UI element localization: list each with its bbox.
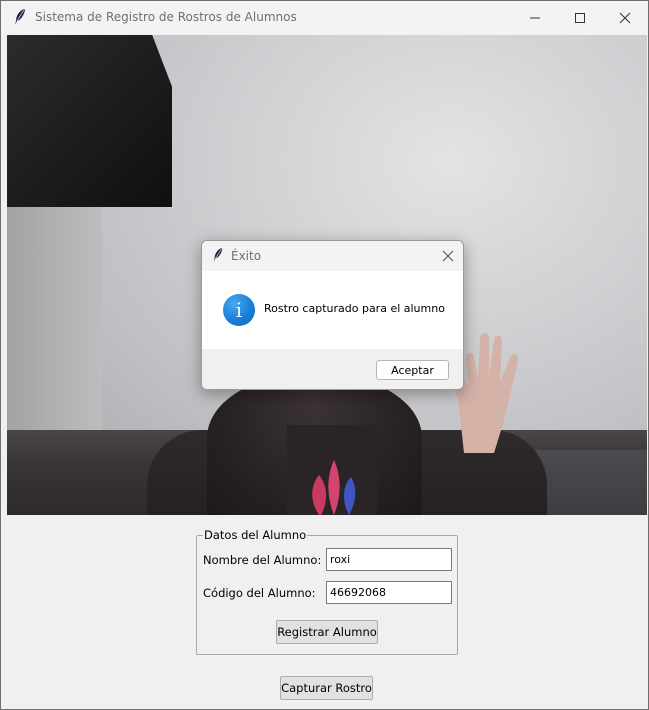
student-code-label: Código del Alumno: [203,586,316,600]
dialog-footer: Aceptar [202,349,463,389]
ok-button[interactable]: Aceptar [376,360,449,380]
minimize-button[interactable] [512,1,558,34]
feather-icon [213,248,223,262]
dialog-body: i Rostro capturado para el alumno [202,271,463,349]
app-window: Sistema de Registro de Rostros de Alumno… [0,0,649,710]
maximize-icon [575,12,585,23]
student-name-input[interactable] [326,548,452,571]
success-dialog: Éxito i Rostro capturado para el alumno … [201,240,464,390]
camera-shelf [7,35,172,207]
maximize-button[interactable] [557,1,603,34]
close-icon [619,12,631,23]
window-titlebar[interactable]: Sistema de Registro de Rostros de Alumno… [1,1,648,34]
student-data-legend: Datos del Alumno [203,528,308,542]
shirt-logo [312,460,356,515]
feather-icon [15,9,25,25]
capture-face-button[interactable]: Capturar Rostro [280,676,373,700]
info-icon: i [223,294,255,326]
close-icon[interactable] [440,248,456,264]
dialog-message: Rostro capturado para el alumno [264,302,445,315]
register-student-button[interactable]: Registrar Alumno [276,620,378,644]
student-name-label: Nombre del Alumno: [203,553,322,567]
window-title: Sistema de Registro de Rostros de Alumno… [35,10,297,24]
student-code-input[interactable] [326,581,452,604]
dialog-titlebar[interactable]: Éxito [202,241,463,271]
minimize-icon [530,17,540,18]
dialog-title: Éxito [231,249,262,263]
close-button[interactable] [602,1,648,34]
